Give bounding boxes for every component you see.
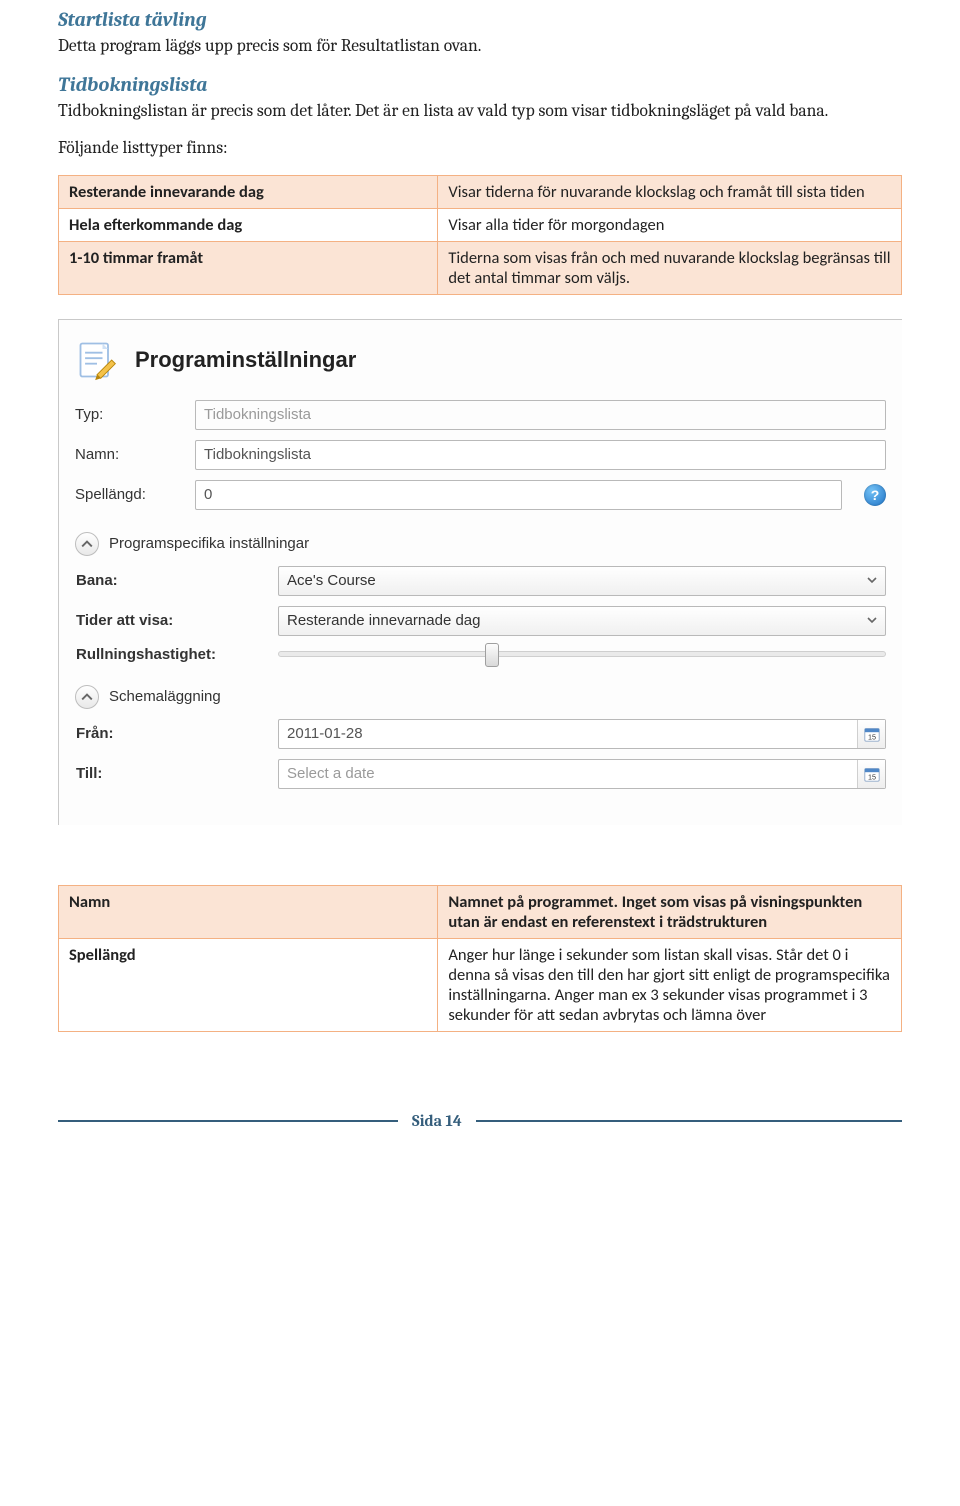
panel-heading: Programinställningar: [135, 347, 356, 373]
table-row: Hela efterkommande dag Visar alla tider …: [59, 208, 902, 241]
rullning-slider[interactable]: [278, 651, 886, 657]
chevron-up-icon: [75, 685, 99, 709]
page-footer: Sida 14: [58, 1112, 902, 1130]
programspecifika-label: Programspecifika inställningar: [109, 535, 309, 552]
spellangd-value: 0: [204, 486, 212, 503]
typ-input[interactable]: Tidbokningslista: [195, 400, 886, 430]
tider-combo[interactable]: Resterande innevarnade dag: [278, 606, 886, 636]
table-row: Resterande innevarande dag Visar tiderna…: [59, 175, 902, 208]
till-datepicker[interactable]: Select a date 15: [278, 759, 886, 789]
table-row: 1-10 timmar framåt Tiderna som visas frå…: [59, 241, 902, 294]
note-edit-icon: [75, 338, 119, 382]
tider-value: Resterande innevarnade dag: [287, 612, 480, 629]
programspecifika-toggle[interactable]: Programspecifika inställningar: [75, 532, 886, 556]
cell-key: 1-10 timmar framåt: [59, 241, 438, 294]
cell-val: Tiderna som visas från och med nuvarande…: [438, 241, 902, 294]
footer-rule: [58, 1120, 398, 1122]
cell-val: Namnet på programmet. Inget som visas på…: [438, 885, 902, 938]
till-placeholder: Select a date: [287, 765, 375, 782]
cell-val: Visar alla tider för morgondagen: [438, 208, 902, 241]
fields-table: Namn Namnet på programmet. Inget som vis…: [58, 885, 902, 1032]
chevron-down-icon: [867, 572, 877, 589]
table-row: Namn Namnet på programmet. Inget som vis…: [59, 885, 902, 938]
heading-tidbokningslista: Tidbokningslista: [58, 73, 902, 96]
calendar-icon[interactable]: 15: [857, 760, 885, 788]
namn-value: Tidbokningslista: [204, 446, 311, 463]
cell-key: Resterande innevarande dag: [59, 175, 438, 208]
slider-thumb[interactable]: [485, 643, 499, 667]
bana-value: Ace's Course: [287, 572, 376, 589]
cell-key: Namn: [59, 885, 438, 938]
till-label: Till:: [76, 765, 266, 782]
listtypes-table: Resterande innevarande dag Visar tiderna…: [58, 175, 902, 295]
chevron-down-icon: [867, 612, 877, 629]
typ-label: Typ:: [75, 406, 183, 423]
cell-val: Anger hur länge i sekunder som listan sk…: [438, 938, 902, 1031]
svg-text:15: 15: [868, 732, 876, 741]
spellangd-input[interactable]: 0: [195, 480, 842, 510]
bana-label: Bana:: [76, 572, 266, 589]
cell-val: Visar tiderna för nuvarande klockslag oc…: [438, 175, 902, 208]
para-listtyper: Följande listtyper finns:: [58, 137, 902, 161]
heading-startlista: Startlista tävling: [58, 8, 902, 31]
schemalaggning-label: Schemaläggning: [109, 688, 221, 705]
schemalaggning-toggle[interactable]: Schemaläggning: [75, 685, 886, 709]
cell-key: Hela efterkommande dag: [59, 208, 438, 241]
fran-value: 2011-01-28: [287, 725, 363, 742]
tider-label: Tider att visa:: [76, 612, 266, 629]
namn-input[interactable]: Tidbokningslista: [195, 440, 886, 470]
cell-key: Spellängd: [59, 938, 438, 1031]
para-startlista: Detta program läggs upp precis som för R…: [58, 35, 902, 59]
fran-datepicker[interactable]: 2011-01-28 15: [278, 719, 886, 749]
para-tidbokningslista: Tidbokningslistan är precis som det låte…: [58, 100, 902, 124]
table-row: Spellängd Anger hur länge i sekunder som…: [59, 938, 902, 1031]
page-number: Sida 14: [412, 1112, 462, 1130]
typ-value: Tidbokningslista: [204, 406, 311, 423]
svg-text:15: 15: [868, 772, 876, 781]
chevron-up-icon: [75, 532, 99, 556]
footer-rule: [476, 1120, 902, 1122]
rullning-label: Rullningshastighet:: [76, 646, 266, 663]
help-icon[interactable]: ?: [864, 484, 886, 506]
program-settings-panel: Programinställningar Typ: Tidbokningslis…: [58, 319, 902, 825]
fran-label: Från:: [76, 725, 266, 742]
calendar-icon[interactable]: 15: [857, 720, 885, 748]
namn-label: Namn:: [75, 446, 183, 463]
spellangd-label: Spellängd:: [75, 486, 183, 503]
bana-combo[interactable]: Ace's Course: [278, 566, 886, 596]
